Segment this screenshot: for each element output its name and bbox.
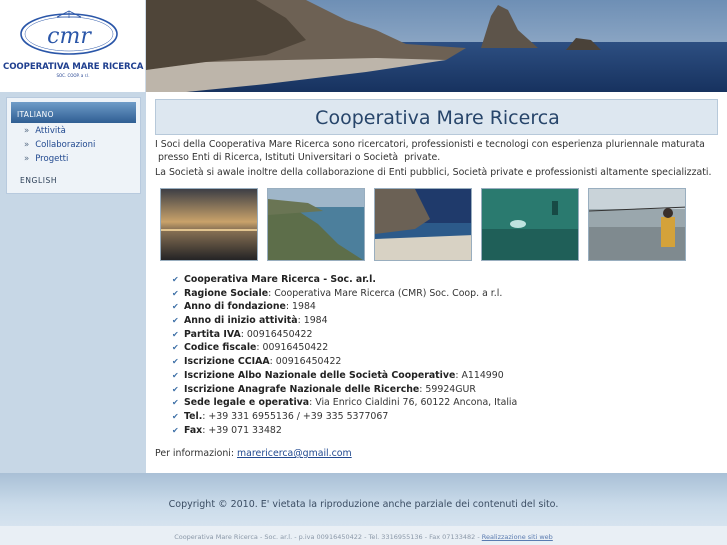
contact-info: Per informazioni: marericerca@gmail.com — [155, 448, 352, 459]
list-item: ✔ Cooperativa Mare Ricerca - Soc. ar.l. — [172, 274, 376, 285]
sidebar-item-label: Attività — [35, 126, 66, 136]
sidebar-nav: ITALIANO » Attività » Collaborazioni » Prog… — [6, 97, 141, 194]
photo-coast[interactable] — [267, 188, 365, 261]
page-title-box: Cooperativa Mare Ricerca — [155, 99, 718, 135]
checkmark-icon: ✔ — [172, 357, 179, 367]
photo-underwater[interactable] — [481, 188, 579, 261]
logo-company-name: COOPERATIVA MARE RICERCA — [3, 62, 144, 72]
page-title: Cooperativa Mare Ricerca — [315, 107, 560, 129]
sidebar-item-label: Progetti — [35, 154, 69, 164]
bottom-bar: Cooperativa Mare Ricerca - Soc. ar.l. - … — [0, 526, 727, 545]
list-item: ✔ Tel.: +39 331 6955136 / +39 335 5377067 — [172, 410, 389, 422]
checkmark-icon: ✔ — [172, 288, 179, 298]
double-chevron-icon: » — [24, 140, 30, 150]
double-chevron-icon: » — [24, 126, 30, 136]
sidebar-item-label: Collaborazioni — [35, 140, 96, 150]
email-link[interactable]: marericerca@gmail.com — [237, 448, 352, 459]
double-chevron-icon: » — [24, 154, 30, 164]
sidebar-item-italiano[interactable]: ITALIANO — [11, 102, 136, 123]
copyright-text: Copyright © 2010. E' vietata la riproduz… — [168, 499, 559, 510]
header-banner-image — [146, 0, 727, 92]
list-item: ✔ Iscrizione CCIAA: 00916450422 — [172, 356, 342, 368]
photo-fishing-boat[interactable] — [588, 188, 686, 261]
cmr-logo-icon: cmr — [20, 10, 118, 55]
intro-line-2: presso Enti di Ricerca, Istituti Univers… — [155, 152, 441, 163]
list-item: ✔ Anno di fondazione: 1984 — [172, 301, 316, 313]
photo-sunset[interactable] — [160, 188, 258, 261]
footer: Copyright © 2010. E' vietata la riproduz… — [0, 473, 727, 526]
list-item: ✔ Anno di inizio attività: 1984 — [172, 315, 328, 327]
list-item: ✔ Iscrizione Albo Nazionale delle Società… — [172, 369, 504, 381]
list-item: ✔ Partita IVA: 00916450422 — [172, 328, 313, 340]
page: cmr COOPERATIVA MARE RICERCA SOC. COOP. … — [0, 0, 727, 545]
checkmark-icon: ✔ — [172, 384, 179, 394]
checkmark-icon: ✔ — [172, 370, 179, 380]
company-details: Cooperativa Mare Ricerca - Soc. ar.l. - … — [174, 533, 482, 541]
info-label: Per informazioni: — [155, 448, 238, 459]
photo-beach-rocks[interactable] — [374, 188, 472, 261]
company-facts-list: ✔ Cooperativa Mare Ricerca - Soc. ar.l. ✔… — [172, 273, 517, 437]
intro-paragraph: I Soci della Cooperativa Mare Ricerca so… — [155, 138, 718, 164]
checkmark-icon: ✔ — [172, 329, 179, 339]
logo-subtitle: SOC. COOP. a r.l. — [56, 73, 90, 78]
intro-line-1: I Soci della Cooperativa Mare Ricerca so… — [155, 139, 705, 150]
main-content: Cooperativa Mare Ricerca I Soci della Co… — [146, 92, 727, 473]
credits-link[interactable]: Realizzazione siti web — [482, 533, 553, 541]
intro-paragraph-2: La Società si awale inoltre della collab… — [155, 167, 712, 178]
list-item: ✔ Sede legale e operativa: Via Enrico Cia… — [172, 397, 518, 409]
bottom-text: Cooperativa Mare Ricerca - Soc. ar.l. - … — [0, 533, 727, 541]
sidebar-item-collaborazioni[interactable]: » Collaborazioni — [24, 140, 95, 150]
checkmark-icon: ✔ — [172, 425, 179, 435]
checkmark-icon: ✔ — [172, 316, 179, 326]
checkmark-icon: ✔ — [172, 343, 179, 353]
sidebar-item-attivita[interactable]: » Attività — [24, 126, 66, 136]
cmr-logo-text: cmr — [47, 24, 92, 49]
list-item: ✔ Codice fiscale: 00916450422 — [172, 342, 329, 354]
site-logo[interactable]: cmr COOPERATIVA MARE RICERCA SOC. COOP. … — [0, 0, 146, 92]
sidebar-item-progetti[interactable]: » Progetti — [24, 154, 68, 164]
checkmark-icon: ✔ — [172, 275, 179, 284]
list-item: ✔ Ragione Sociale: Cooperativa Mare Ricer… — [172, 287, 503, 299]
list-item: ✔ Iscrizione Anagrafe Nazionale delle Ric… — [172, 383, 476, 395]
checkmark-icon: ✔ — [172, 398, 179, 408]
sidebar-item-english[interactable]: ENGLISH — [20, 176, 57, 185]
checkmark-icon: ✔ — [172, 411, 179, 421]
checkmark-icon: ✔ — [172, 302, 179, 312]
list-item: ✔ Fax: +39 071 33482 — [172, 424, 282, 436]
